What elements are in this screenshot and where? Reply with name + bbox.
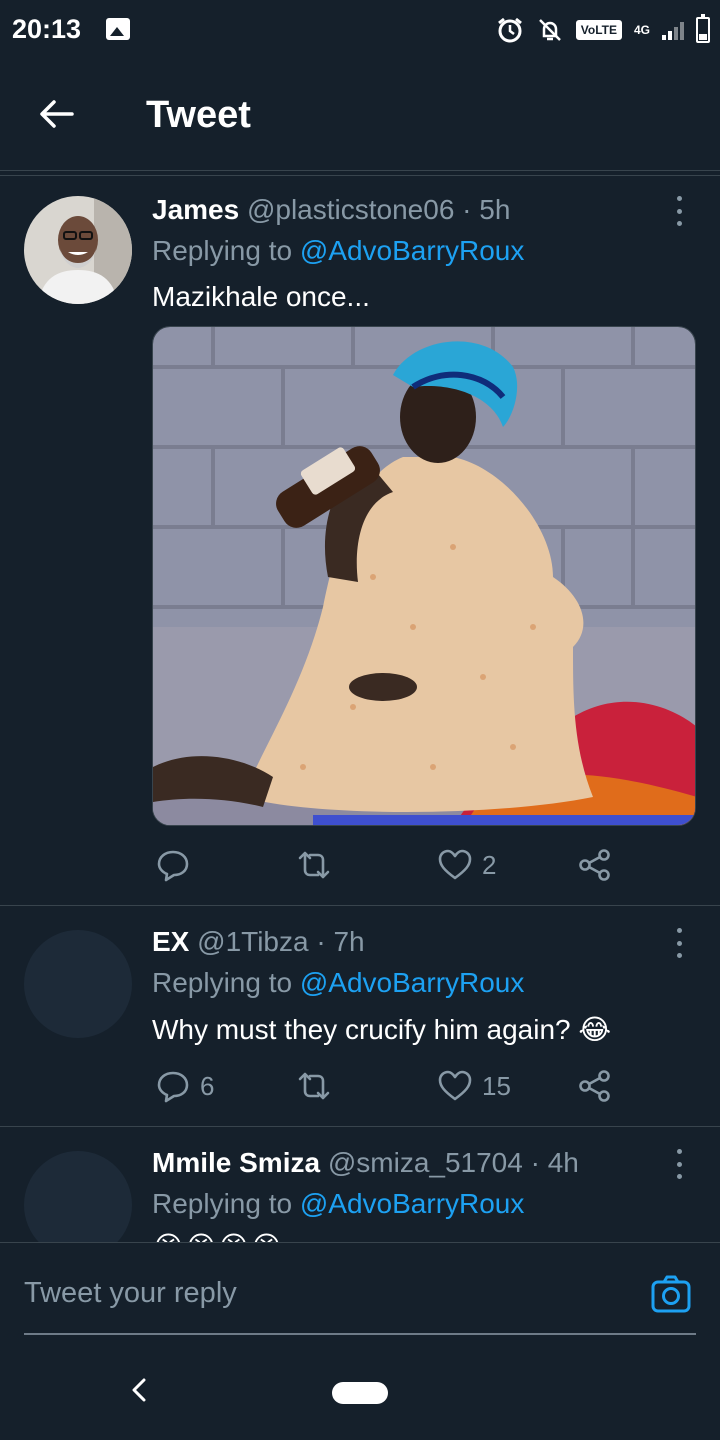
retweet-icon (298, 851, 330, 879)
tweet-actions: 6 15 (152, 1066, 672, 1106)
replying-handle-link[interactable]: @AdvoBarryRoux (300, 235, 525, 266)
input-underline (24, 1333, 696, 1335)
more-options-icon[interactable] (672, 1149, 686, 1179)
author-meta: @plasticstone06 · 5h (246, 194, 511, 225)
tweet-actions: 2 (152, 845, 672, 885)
more-options-icon[interactable] (672, 928, 686, 958)
back-arrow-icon[interactable] (36, 94, 76, 134)
replying-label: Replying to (152, 967, 293, 998)
nav-home-pill[interactable] (332, 1382, 388, 1404)
tweet-text: 😭😭😭😭 (152, 1230, 283, 1242)
network-type: 4G (633, 22, 650, 37)
replying-handle-link[interactable]: @AdvoBarryRoux (300, 1188, 525, 1219)
retweet-icon (298, 1072, 330, 1100)
alarm-icon (497, 17, 522, 43)
replying-to: Replying to @AdvoBarryRoux (152, 235, 524, 267)
gallery-notification-icon (106, 18, 130, 40)
tweet-author: Mmile Smiza @smiza_51704 · 4h (152, 1147, 579, 1179)
signal-icon (662, 20, 684, 40)
notifications-off-icon (538, 19, 561, 41)
app-header: Tweet (0, 60, 720, 176)
reply-button[interactable] (156, 845, 200, 885)
like-count: 15 (482, 1070, 511, 1101)
page-title: Tweet (146, 94, 251, 136)
share-button[interactable] (578, 1066, 612, 1106)
replying-to: Replying to @AdvoBarryRoux (152, 967, 524, 999)
system-nav-bar (0, 1362, 720, 1440)
tweet-item[interactable]: EX @1Tibza · 7h Replying to @AdvoBarryRo… (0, 906, 720, 1127)
avatar[interactable] (24, 930, 132, 1038)
tweet-author: EX @1Tibza · 7h (152, 926, 365, 958)
reply-button[interactable]: 6 (156, 1066, 214, 1106)
tweet-item[interactable]: James @plasticstone06 · 5h Replying to @… (0, 177, 720, 906)
tweet-text: Mazikhale once... (152, 281, 370, 312)
volte-badge: VoLTE (575, 20, 622, 40)
heart-icon (438, 849, 472, 880)
status-icons: VoLTE 4G (496, 14, 710, 46)
reply-composer[interactable]: Tweet your reply (0, 1242, 720, 1363)
battery-icon (696, 14, 710, 43)
author-name[interactable]: EX (152, 926, 189, 957)
replying-to: Replying to @AdvoBarryRoux (152, 1188, 524, 1220)
heart-icon (438, 1070, 472, 1101)
like-button[interactable]: 2 (438, 845, 496, 885)
replying-label: Replying to (152, 235, 293, 266)
status-time: 20:13 (12, 14, 82, 44)
author-name[interactable]: Mmile Smiza (152, 1147, 320, 1178)
share-icon (579, 849, 610, 881)
author-meta: @1Tibza · 7h (197, 926, 365, 957)
tweet-author: James @plasticstone06 · 5h (152, 194, 510, 226)
like-count: 2 (482, 849, 497, 880)
retweet-button[interactable] (296, 1066, 342, 1106)
status-bar: 20:13 VoLTE 4G (0, 0, 720, 60)
avatar[interactable] (24, 196, 132, 304)
reply-input[interactable]: Tweet your reply (24, 1277, 237, 1310)
share-icon (579, 1070, 610, 1102)
retweet-button[interactable] (296, 845, 342, 885)
author-meta: @smiza_51704 · 4h (327, 1147, 579, 1178)
more-options-icon[interactable] (672, 196, 686, 226)
replying-label: Replying to (152, 1188, 293, 1219)
tweet-image[interactable] (152, 326, 696, 826)
nav-back-icon[interactable] (128, 1376, 152, 1404)
camera-icon[interactable] (650, 1273, 692, 1315)
header-divider (0, 175, 720, 176)
tweet-item[interactable]: Mmile Smiza @smiza_51704 · 4h Replying t… (0, 1127, 720, 1242)
like-button[interactable]: 15 (438, 1066, 511, 1106)
author-name[interactable]: James (152, 194, 239, 225)
reply-count: 6 (200, 1070, 215, 1101)
reply-icon (157, 1071, 189, 1103)
tweet-text: Why must they crucify him again? 😂 (152, 1014, 612, 1045)
share-button[interactable] (578, 845, 612, 885)
replying-handle-link[interactable]: @AdvoBarryRoux (300, 967, 525, 998)
avatar[interactable] (24, 1151, 132, 1242)
reply-icon (157, 850, 189, 882)
